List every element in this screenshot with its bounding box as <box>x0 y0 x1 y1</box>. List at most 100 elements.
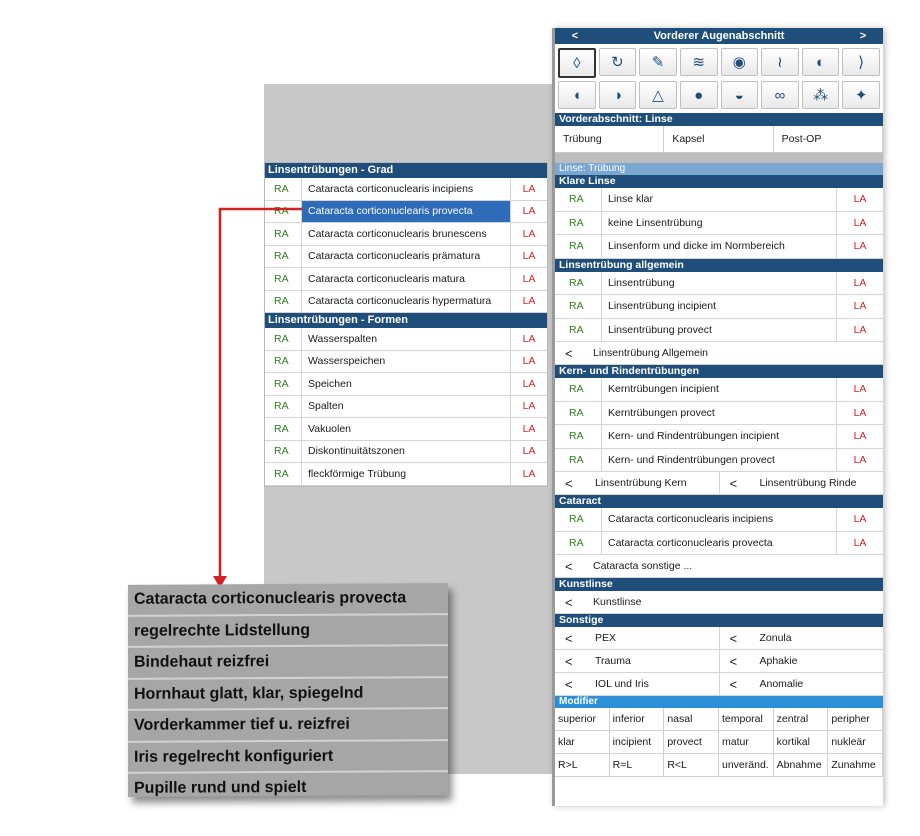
angle-icon[interactable]: △ <box>639 81 677 109</box>
cornea-side-icon[interactable]: ◖ <box>558 81 596 109</box>
finding-row[interactable]: RA Linsentrübung incipient LA <box>555 295 883 319</box>
ra-toggle[interactable]: RA <box>555 454 601 466</box>
pupil-arrow-icon[interactable]: ◑ <box>598 81 637 109</box>
modifier-button[interactable]: Zunahme <box>828 754 883 777</box>
sublist-link[interactable]: < Linsentrübung Allgemein <box>555 342 883 365</box>
ra-toggle[interactable]: RA <box>555 537 601 549</box>
finding-label[interactable]: Kerntrübungen provect <box>601 401 836 424</box>
finding-label[interactable]: Kern- und Rindentrübungen incipient <box>601 425 836 448</box>
ra-toggle[interactable]: RA <box>555 407 601 419</box>
vessels-icon[interactable]: ∞ <box>761 81 799 109</box>
modifier-button[interactable]: nasal <box>664 708 719 731</box>
eye-rotation-icon[interactable]: ↻ <box>598 48 637 76</box>
ra-toggle[interactable]: RA <box>555 217 601 229</box>
tab-truebung[interactable]: Trübung <box>555 126 665 152</box>
modifier-button[interactable]: matur <box>719 731 774 754</box>
ra-toggle[interactable]: RA <box>555 300 601 312</box>
sublist-link[interactable]: < Trauma <box>555 650 719 672</box>
modifier-button[interactable]: inferior <box>609 708 665 731</box>
next-button[interactable]: > <box>843 28 883 44</box>
finding-label[interactable]: Cataracta corticonuclearis provecta <box>601 531 836 554</box>
finding-row[interactable]: RA Cataracta corticonuclearis incipiens LA <box>555 508 883 532</box>
la-toggle[interactable]: LA <box>836 211 883 234</box>
finding-row[interactable]: RA keine Linsentrübung LA <box>555 211 883 235</box>
la-toggle[interactable]: LA <box>836 188 883 211</box>
modifier-button[interactable]: unveränd. <box>719 754 774 777</box>
finding-label[interactable]: Linsenform und dicke im Normbereich <box>601 235 836 258</box>
sublist-link[interactable]: < Zonula <box>718 627 884 649</box>
modifier-button[interactable]: zentral <box>773 708 829 731</box>
ra-toggle[interactable]: RA <box>555 277 601 289</box>
cells-icon[interactable]: ⁂ <box>801 81 840 109</box>
prev-button[interactable]: < <box>555 28 595 44</box>
la-toggle[interactable]: LA <box>836 531 883 554</box>
la-toggle[interactable]: LA <box>836 271 883 294</box>
finding-label[interactable]: Kerntrübungen incipient <box>601 378 836 401</box>
finding-row[interactable]: RA Kern- und Rindentrübungen provect LA <box>555 448 883 472</box>
eye-view-icon[interactable]: ◉ <box>720 48 759 76</box>
modifier-button[interactable]: R<L <box>664 754 719 777</box>
la-toggle[interactable]: LA <box>836 508 883 531</box>
la-toggle[interactable]: LA <box>836 401 883 424</box>
modifier-button[interactable]: temporal <box>719 708 774 731</box>
modifier-button[interactable]: R=L <box>609 754 665 777</box>
tab-kapsel[interactable]: Kapsel <box>664 126 774 152</box>
modifier-button[interactable]: klar <box>555 731 610 754</box>
la-toggle[interactable]: LA <box>836 425 883 448</box>
cornea-arrow-icon[interactable]: ⟩ <box>842 48 880 76</box>
sublist-link[interactable]: < Anomalie <box>718 673 884 695</box>
divider <box>555 153 883 163</box>
sublist-link[interactable]: < Linsentrübung Rinde <box>718 472 884 494</box>
ra-toggle[interactable]: RA <box>555 240 601 252</box>
finding-label[interactable]: Linsentrübung incipient <box>601 295 836 318</box>
eyelid-pen-icon[interactable]: ✎ <box>639 48 677 76</box>
sublist-link[interactable]: < IOL und Iris <box>555 673 719 695</box>
la-toggle[interactable]: LA <box>836 295 883 318</box>
chevron-left-icon: < <box>565 345 573 361</box>
modifier-button[interactable]: superior <box>555 708 610 731</box>
ra-toggle[interactable]: RA <box>555 193 601 205</box>
lens-icon[interactable]: ◊ <box>558 48 596 78</box>
sublist-link[interactable]: < Aphakie <box>718 650 884 672</box>
iris-left-icon[interactable]: ◒ <box>720 81 759 109</box>
ra-toggle[interactable]: RA <box>555 383 601 395</box>
finding-row[interactable]: RA Linse klar LA <box>555 188 883 212</box>
sublist-link[interactable]: < Kunstlinse <box>555 591 883 614</box>
finding-label[interactable]: Cataracta corticonuclearis incipiens <box>601 508 836 531</box>
la-toggle[interactable]: LA <box>836 378 883 401</box>
ra-toggle[interactable]: RA <box>555 513 601 525</box>
finding-label[interactable]: Linse klar <box>601 188 836 211</box>
ra-toggle[interactable]: RA <box>555 430 601 442</box>
sublist-link[interactable]: < Linsentrübung Kern <box>555 472 719 494</box>
pupil-icon[interactable]: ● <box>679 81 718 109</box>
finding-label[interactable]: Linsentrübung provect <box>601 318 836 341</box>
ra-toggle[interactable]: RA <box>555 324 601 336</box>
tear-duct-icon[interactable]: ≀ <box>761 48 799 76</box>
modifier-button[interactable]: nukleär <box>828 731 883 754</box>
sublist-link[interactable]: < PEX <box>555 627 719 649</box>
la-toggle[interactable]: LA <box>836 235 883 258</box>
modifier-button[interactable]: provect <box>664 731 719 754</box>
finding-row[interactable]: RA Kerntrübungen incipient LA <box>555 378 883 402</box>
modifier-button[interactable]: R>L <box>555 754 610 777</box>
finding-label[interactable]: Linsentrübung <box>601 271 836 294</box>
iris-arrow-icon[interactable]: ◐ <box>801 48 840 76</box>
finding-row[interactable]: RA Kern- und Rindentrübungen incipient LA <box>555 425 883 449</box>
modifier-button[interactable]: kortikal <box>773 731 829 754</box>
finding-row[interactable]: RA Linsentrübung provect LA <box>555 318 883 342</box>
modifier-button[interactable]: Abnahme <box>773 754 829 777</box>
finding-label[interactable]: keine Linsentrübung <box>601 211 836 234</box>
sublist-link[interactable]: < Cataracta sonstige ... <box>555 555 883 578</box>
finding-row[interactable]: RA Cataracta corticonuclearis provecta LA <box>555 531 883 555</box>
finding-row[interactable]: RA Kerntrübungen provect LA <box>555 401 883 425</box>
la-toggle[interactable]: LA <box>836 318 883 341</box>
modifier-button[interactable]: incipient <box>609 731 665 754</box>
modifier-button[interactable]: peripher <box>828 708 883 731</box>
finding-row[interactable]: RA Linsentrübung LA <box>555 271 883 295</box>
tab-post-op[interactable]: Post-OP <box>774 126 883 152</box>
finding-label[interactable]: Kern- und Rindentrübungen provect <box>601 448 836 471</box>
finding-row[interactable]: RA Linsenform und dicke im Normbereich LA <box>555 235 883 259</box>
la-toggle[interactable]: LA <box>836 448 883 471</box>
eyelid-closed-icon[interactable]: ≋ <box>679 48 718 76</box>
ribbon-icon[interactable]: ✦ <box>842 81 880 109</box>
